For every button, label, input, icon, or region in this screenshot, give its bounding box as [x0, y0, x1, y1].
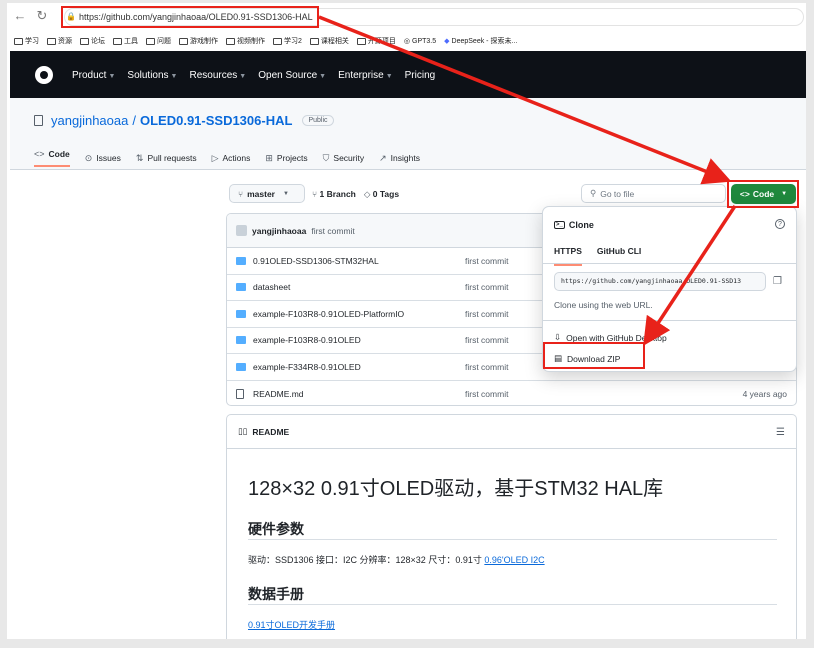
annotation-arrows — [318, 15, 737, 346]
browser-window: ← ↻ 🔒 https://github.com/yangjinhaoaa/OL… — [7, 3, 806, 639]
